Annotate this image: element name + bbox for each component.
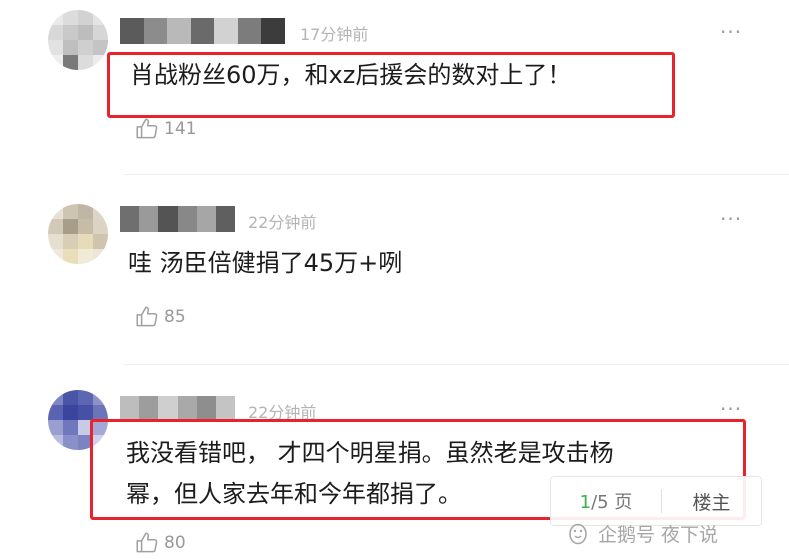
comment-time: 22分钟前 [248, 213, 317, 232]
thumbs-up-icon [136, 532, 158, 553]
divider [124, 364, 789, 365]
watermark-text: 企鹅号 夜下说 [598, 524, 719, 546]
username-blurred[interactable] [120, 18, 286, 44]
comment-time: 17分钟前 [300, 25, 369, 44]
penguin-logo-icon [569, 523, 587, 544]
avatar[interactable] [48, 10, 108, 70]
more-options-icon[interactable]: ··· [720, 399, 742, 419]
comment-item: 22分钟前 ··· 哇 汤臣倍健捐了45万+咧 85 [0, 190, 789, 360]
pagination-bar: 1/5 页 楼主 [550, 476, 762, 526]
like-button[interactable]: 80 [134, 530, 186, 556]
more-options-icon[interactable]: ··· [720, 22, 742, 42]
username-blurred[interactable] [120, 206, 236, 232]
more-options-icon[interactable]: ··· [720, 209, 742, 229]
floor-owner-button[interactable]: 楼主 [662, 488, 761, 515]
avatar[interactable] [48, 204, 108, 264]
highlight-box [107, 52, 675, 118]
comment-text: 哇 汤臣倍健捐了45万+咧 [128, 249, 403, 277]
like-button[interactable]: 141 [134, 116, 196, 142]
thumbs-up-icon [136, 306, 158, 327]
page-unit: 页 [614, 492, 633, 513]
current-page: 1 [579, 492, 592, 513]
like-count: 85 [164, 307, 186, 327]
total-pages: /5 [591, 492, 609, 513]
like-count: 141 [164, 119, 197, 139]
thumbs-up-icon [136, 118, 158, 139]
watermark: 企鹅号 夜下说 [566, 520, 718, 547]
divider [124, 174, 789, 175]
like-button[interactable]: 85 [134, 304, 186, 330]
page-indicator[interactable]: 1/5 页 [551, 488, 661, 514]
like-count: 80 [164, 533, 186, 553]
